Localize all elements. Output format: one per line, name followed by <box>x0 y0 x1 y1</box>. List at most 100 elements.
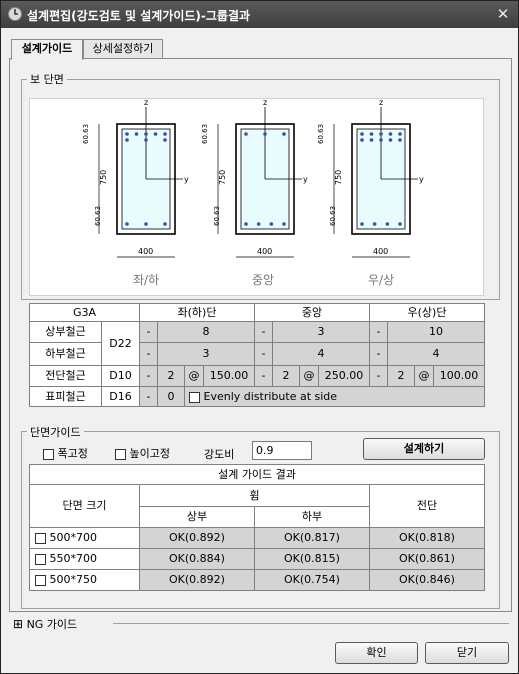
cover-top-label: 60.63 <box>82 124 90 144</box>
rebar-dot <box>163 222 167 226</box>
skin-distribute-option[interactable]: Evenly distribute at side <box>184 386 485 407</box>
result-row-size-label: 550*700 <box>49 552 98 565</box>
rebar-dot <box>372 222 377 226</box>
beam-section-drawings: z y 750 60.63 60.63 400 좌/하 z y 750 60.63 60.63 400 중… <box>29 98 484 296</box>
stirrup-right-spacing[interactable]: 100.00 <box>433 365 485 387</box>
cover-bottom-label: 60.63 <box>329 206 337 226</box>
section-name-label: 좌/하 <box>133 273 159 287</box>
top-right-dash: - <box>369 321 388 343</box>
bottom-rebar-label: 하부철근 <box>29 342 102 366</box>
rebar-dot <box>153 132 158 136</box>
result-row-checkbox[interactable] <box>35 553 46 565</box>
rebar-dot <box>144 222 148 226</box>
result-title: 설계 가이드 결과 <box>29 464 485 485</box>
fix-height-option[interactable]: 높이고정 <box>115 445 170 461</box>
rebar-dot <box>125 222 129 226</box>
stirrup-dia: D10 <box>101 365 140 387</box>
ng-guide-expander[interactable]: ⊞ NG 가이드 <box>13 616 77 632</box>
top-left-count[interactable]: 8 <box>157 321 255 343</box>
stirrup-left-spacing[interactable]: 150.00 <box>203 365 255 387</box>
window-title: 설계편집(강도검토 및 설계가이드)-그룹결과 <box>27 9 251 23</box>
result-row-checkbox[interactable] <box>35 574 46 586</box>
top-rebar-label: 상부철근 <box>29 321 102 343</box>
col-top: 상부 <box>139 506 255 528</box>
title-bar[interactable]: 설계편집(강도검토 및 설계가이드)-그룹결과 ✕ <box>1 1 518 28</box>
beam-sections-svg: z y 750 60.63 60.63 400 좌/하 z y 750 60.63 60.63 400 중… <box>82 98 424 287</box>
stirrup-left-at: @ <box>184 365 204 387</box>
result-row-bottom: OK(0.754) <box>254 569 370 591</box>
width-dim-label: 400 <box>257 247 272 256</box>
rebar-dot <box>134 132 139 136</box>
ng-guide-label: NG 가이드 <box>26 618 78 631</box>
result-row-top: OK(0.884) <box>139 548 255 570</box>
height-dim-label: 750 <box>99 170 108 185</box>
result-row-size-label: 500*700 <box>49 531 98 544</box>
result-row-checkbox[interactable] <box>35 532 46 544</box>
result-row-shear: OK(0.861) <box>369 548 485 570</box>
stirrup-mid-at: @ <box>299 365 319 387</box>
skin-count[interactable]: 0 <box>157 386 185 407</box>
stirrup-left-legs[interactable]: 2 <box>157 365 185 387</box>
close-icon[interactable]: ✕ <box>493 5 513 23</box>
result-row-bottom: OK(0.815) <box>254 548 370 570</box>
result-row-bottom: OK(0.817) <box>254 527 370 549</box>
stirrup-mid-dash: - <box>254 365 273 387</box>
col-shear: 전단 <box>369 484 485 528</box>
top-right-count[interactable]: 10 <box>387 321 485 343</box>
result-row-size[interactable]: 550*700 <box>29 548 140 570</box>
bottom-mid-count[interactable]: 4 <box>272 342 370 366</box>
fix-height-label: 높이고정 <box>129 447 170 460</box>
tab-detail-settings[interactable]: 상세설정하기 <box>83 39 163 59</box>
cover-top-label: 60.63 <box>201 124 209 144</box>
design-button[interactable]: 설계하기 <box>363 438 485 460</box>
ok-button[interactable]: 확인 <box>335 642 418 664</box>
rebar-dot <box>369 132 374 136</box>
bottom-left-count[interactable]: 3 <box>157 342 255 366</box>
fix-width-checkbox[interactable] <box>43 448 54 460</box>
stirrup-label: 전단철근 <box>29 365 102 387</box>
rebar-dot <box>144 132 148 136</box>
skin-distribute-label: Evenly distribute at side <box>203 390 338 403</box>
rebar-dot <box>379 138 383 142</box>
rebar-dot <box>282 222 286 226</box>
top-mid-count[interactable]: 3 <box>272 321 370 343</box>
result-row-size[interactable]: 500*750 <box>29 569 140 591</box>
height-dim-label: 750 <box>334 170 343 185</box>
stirrup-right-at: @ <box>414 365 434 387</box>
close-button[interactable]: 닫기 <box>425 642 509 664</box>
rebar-dot <box>398 132 402 136</box>
tab-design-guide[interactable]: 설계가이드 <box>11 39 83 60</box>
rebar-dot <box>388 132 393 136</box>
section-group-title: 보 단면 <box>27 71 67 87</box>
rebar-dot <box>263 132 267 136</box>
result-row-shear: OK(0.818) <box>369 527 485 549</box>
skin-rebar-dia: D16 <box>101 386 140 407</box>
y-axis-label: y <box>303 175 308 184</box>
strength-ratio-input[interactable]: 0.9 <box>252 441 312 460</box>
cover-top-label: 60.63 <box>317 124 325 144</box>
stirrup-right-dash: - <box>369 365 388 387</box>
bottom-right-count[interactable]: 4 <box>387 342 485 366</box>
width-dim-label: 400 <box>373 247 388 256</box>
expand-plus-icon[interactable]: ⊞ <box>13 617 23 631</box>
stirrup-left-dash: - <box>139 365 158 387</box>
stirrup-right-legs[interactable]: 2 <box>387 365 415 387</box>
header-left: 좌(하)단 <box>139 303 255 322</box>
rebar-dot <box>163 138 167 142</box>
section-name-label: 우/상 <box>368 273 394 287</box>
result-row-size[interactable]: 500*700 <box>29 527 140 549</box>
skin-distribute-checkbox[interactable] <box>189 391 200 403</box>
fix-width-option[interactable]: 폭고정 <box>43 445 88 461</box>
fix-height-checkbox[interactable] <box>115 448 126 460</box>
rebar-dot <box>398 138 402 142</box>
rebar-dot <box>360 138 364 142</box>
rebar-dot <box>269 222 274 226</box>
main-rebar-dia: D22 <box>101 321 140 366</box>
stirrup-mid-spacing[interactable]: 250.00 <box>318 365 370 387</box>
top-mid-dash: - <box>254 321 273 343</box>
col-bottom: 하부 <box>254 506 370 528</box>
cover-bottom-label: 60.63 <box>94 206 102 226</box>
stirrup-mid-legs[interactable]: 2 <box>272 365 300 387</box>
result-row-top: OK(0.892) <box>139 527 255 549</box>
member-name: G3A <box>29 303 140 322</box>
